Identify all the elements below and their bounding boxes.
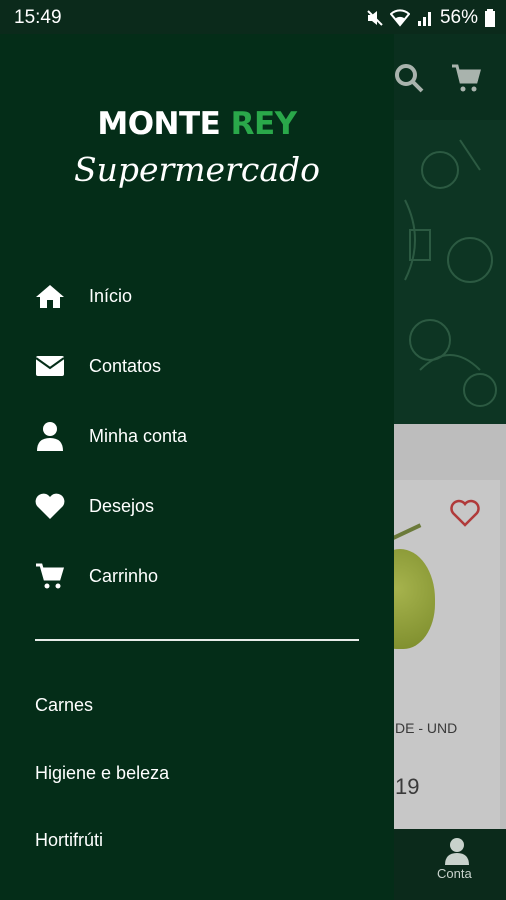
wifi-icon — [389, 9, 410, 27]
status-bar: 15:49 56% — [0, 0, 506, 34]
brand-name-part2: REY — [230, 106, 298, 142]
menu-item-label: Contatos — [89, 355, 162, 376]
battery-icon — [485, 9, 495, 27]
menu-item-label: Minha conta — [89, 425, 188, 446]
brand-logo: MONTE REY Supermercado — [0, 106, 394, 189]
signal-icon — [417, 12, 431, 26]
search-icon[interactable] — [393, 62, 425, 94]
menu-item-contatos[interactable]: Contatos — [0, 338, 394, 394]
menu-item-label: Início — [89, 285, 133, 306]
navigation-drawer: MONTE REY Supermercado Início Contatos M… — [0, 34, 394, 900]
brand-name: MONTE REY — [0, 106, 394, 142]
menu-item-carrinho[interactable]: Carrinho — [0, 548, 394, 604]
product-name: DE - UND — [395, 720, 458, 736]
product-price: 19 — [395, 774, 420, 799]
user-icon — [34, 420, 66, 452]
category-higiene-beleza[interactable]: Higiene e beleza — [35, 763, 169, 784]
menu-item-label: Carrinho — [89, 565, 159, 586]
drawer-divider — [35, 639, 359, 641]
wishlist-heart-icon[interactable] — [450, 499, 480, 527]
menu-item-desejos[interactable]: Desejos — [0, 478, 394, 534]
mail-icon — [34, 350, 66, 382]
cart-icon — [34, 560, 66, 592]
status-icons: 56% — [366, 7, 496, 29]
mute-icon — [367, 10, 383, 26]
brand-name-part1: MONTE — [97, 106, 231, 142]
status-time: 15:49 — [14, 7, 62, 28]
menu-item-minha-conta[interactable]: Minha conta — [0, 408, 394, 464]
bottom-nav-account-label[interactable]: Conta — [437, 866, 472, 881]
heart-icon — [34, 490, 66, 522]
account-icon[interactable] — [444, 837, 470, 865]
menu-item-label: Desejos — [89, 495, 155, 516]
brand-subtitle: Supermercado — [73, 150, 321, 189]
menu-item-inicio[interactable]: Início — [0, 268, 394, 324]
category-hortifruti[interactable]: Hortifrúti — [35, 830, 103, 851]
home-icon — [34, 280, 66, 312]
battery-percent: 56% — [439, 7, 478, 28]
category-carnes[interactable]: Carnes — [35, 695, 93, 716]
cart-icon[interactable] — [450, 62, 482, 94]
